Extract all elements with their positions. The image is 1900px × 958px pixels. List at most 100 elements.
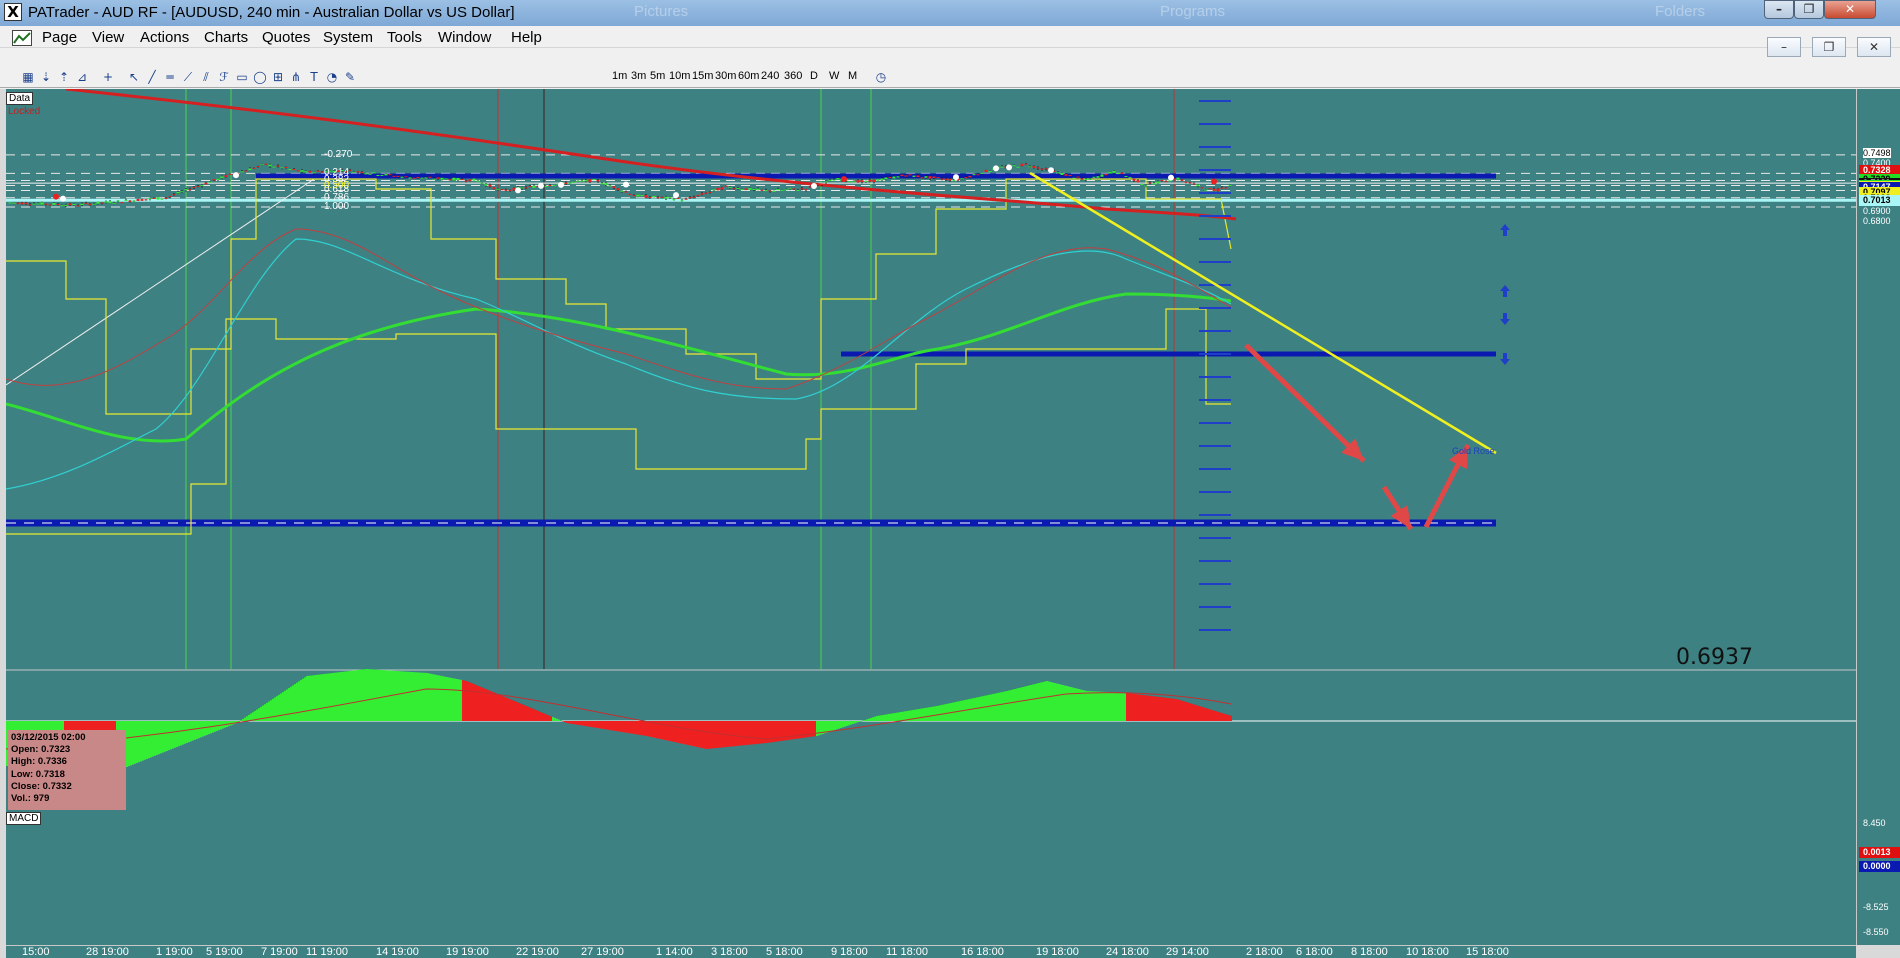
macd-bar	[1034, 684, 1036, 721]
macd-bar	[1166, 697, 1168, 721]
macd-bar	[890, 713, 892, 721]
macd-axis[interactable]: 8.450 0.0013 0.0000 -8.525 -8.550	[1856, 810, 1900, 945]
timeframe-1m[interactable]: 1m	[612, 70, 627, 82]
timeframe-30m[interactable]: 30m	[715, 70, 736, 82]
macd-bar	[896, 712, 898, 721]
timeframe-240[interactable]: 240	[761, 70, 779, 82]
candle-body	[460, 179, 464, 181]
arrow-down-icon[interactable]: ⇣	[38, 69, 54, 85]
app-menu-icon[interactable]	[12, 30, 32, 46]
timeframe-D[interactable]: D	[810, 70, 818, 82]
macd-bar	[532, 708, 534, 721]
trend-icon[interactable]: ⊿	[74, 69, 90, 85]
text-icon[interactable]: T	[306, 69, 322, 85]
mdi-minimize-button[interactable]: –	[1767, 37, 1801, 57]
macd-bar	[628, 721, 630, 734]
macd-bar	[884, 714, 886, 721]
candle-body	[84, 202, 88, 204]
title-bar[interactable]: X PATrader - AUD RF - [AUDUSD, 240 min -…	[0, 0, 1900, 26]
candle-body	[424, 177, 428, 179]
cycle-icon[interactable]: ◔	[324, 69, 340, 85]
timeframe-10m[interactable]: 10m	[669, 70, 690, 82]
timeframe-60m[interactable]: 60m	[738, 70, 759, 82]
macd-bar	[1054, 683, 1056, 721]
line-icon[interactable]: ╱	[144, 69, 160, 85]
menu-tools[interactable]: Tools	[384, 28, 425, 47]
mdi-restore-button[interactable]: ❐	[1812, 37, 1846, 57]
candle-body	[68, 203, 72, 206]
menu-quotes[interactable]: Quotes	[259, 28, 313, 47]
gann-icon[interactable]: ⊞	[270, 69, 286, 85]
macd-bar	[728, 721, 730, 747]
macd-bar	[196, 721, 198, 739]
pitchfork-icon[interactable]: ⋔	[288, 69, 304, 85]
timeframe-3m[interactable]: 3m	[631, 70, 646, 82]
candle-body	[528, 186, 532, 188]
candle-body	[452, 177, 456, 181]
mdi-close-button[interactable]: ✕	[1857, 37, 1891, 57]
macd-bar	[1204, 707, 1206, 721]
timeframe-15m[interactable]: 15m	[692, 70, 713, 82]
macd-bar	[608, 721, 610, 730]
macd-bar	[302, 678, 304, 721]
candle-body	[12, 202, 16, 204]
channel-icon[interactable]: ⫽	[198, 69, 214, 85]
candle-body	[952, 180, 956, 182]
candle-body	[288, 168, 292, 170]
macd-bar	[278, 694, 280, 721]
draw-icon[interactable]: ✎	[342, 69, 358, 85]
macd-bar	[740, 721, 742, 746]
macd-bar	[710, 721, 712, 749]
macd-bar	[702, 721, 704, 749]
macd-bar	[644, 721, 646, 736]
candle-body	[140, 199, 144, 201]
arrow-up-icon[interactable]: ⇡	[56, 69, 72, 85]
macd-bar	[1118, 692, 1120, 721]
crosshair-icon[interactable]: +	[100, 69, 116, 85]
ray-icon[interactable]: ⟋	[180, 69, 196, 85]
macd-bar	[450, 677, 452, 721]
maximize-button[interactable]: ❐	[1794, 0, 1824, 19]
timeframe-5m[interactable]: 5m	[650, 70, 665, 82]
menu-page[interactable]: Page	[39, 28, 80, 47]
candle-body	[880, 178, 884, 181]
macd-bar	[584, 721, 586, 726]
candle-body	[180, 191, 184, 193]
menu-system[interactable]: System	[320, 28, 376, 47]
price-axis[interactable]: 0.74980.74000.73000.72880.72160.72000.71…	[1856, 89, 1900, 810]
time-axis-scroll[interactable]	[1856, 945, 1900, 958]
menu-actions[interactable]: Actions	[137, 28, 192, 47]
price-chart[interactable]	[6, 89, 1856, 945]
chart-icon[interactable]: ▦	[20, 69, 36, 85]
macd-bar	[458, 679, 460, 721]
macd-bar	[636, 721, 638, 735]
macd-bar	[326, 673, 328, 721]
timeframe-360[interactable]: 360	[784, 70, 802, 82]
rect-icon[interactable]: ▭	[234, 69, 250, 85]
macd-bar	[972, 698, 974, 721]
pointer-icon[interactable]: ↖	[126, 69, 142, 85]
timeframe-W[interactable]: W	[829, 70, 839, 82]
minimize-button[interactable]: –	[1764, 0, 1794, 19]
clock-icon[interactable]: ◷	[873, 69, 889, 85]
menu-help[interactable]: Help	[508, 28, 545, 47]
hline-icon[interactable]: ═	[162, 69, 178, 85]
macd-bar	[166, 721, 168, 751]
price-tick-0.6800: 0.6800	[1863, 216, 1891, 226]
menu-view[interactable]: View	[89, 28, 127, 47]
menu-charts[interactable]: Charts	[201, 28, 251, 47]
fib-icon[interactable]: ℱ	[216, 69, 232, 85]
timeframe-M[interactable]: M	[848, 70, 857, 82]
macd-bar	[1112, 692, 1114, 721]
candle-body	[580, 180, 584, 182]
macd-bar	[700, 721, 702, 748]
candle-body	[428, 176, 432, 178]
macd-bar	[272, 698, 274, 721]
time-axis[interactable]: 15:00 28 19:00 1 19:00 5 19:00 7 19:00 11 19:…	[6, 945, 1856, 958]
close-button[interactable]: ✕	[1824, 0, 1876, 19]
macd-bar	[1038, 683, 1040, 721]
menu-window[interactable]: Window	[435, 28, 494, 47]
candle-body	[300, 170, 304, 172]
ellipse-icon[interactable]: ◯	[252, 69, 268, 85]
candle-body	[96, 201, 100, 204]
